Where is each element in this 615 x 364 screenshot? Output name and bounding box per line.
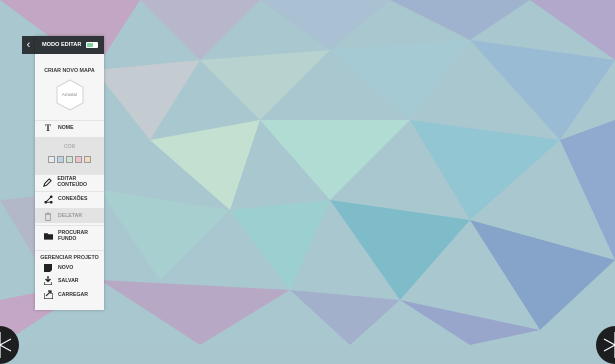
color-section: COR xyxy=(35,137,104,174)
text-icon: T xyxy=(44,123,51,133)
carregar-label: CARREGAR xyxy=(58,291,88,298)
bottom-left-menu-button[interactable] xyxy=(0,326,19,364)
collapse-panel-button[interactable]: ‹ xyxy=(22,36,35,54)
color-swatches xyxy=(35,156,104,163)
conexoes-button[interactable]: CONEXÕES xyxy=(35,191,104,206)
color-swatch-5[interactable] xyxy=(84,156,91,163)
color-swatch-4[interactable] xyxy=(75,156,82,163)
create-map-title: CRIAR NOVO MAPA xyxy=(44,68,95,74)
nome-label: NOME xyxy=(58,125,74,131)
panel-header: MODO EDITAR xyxy=(35,36,104,54)
drag-hint: Arrasta! xyxy=(61,92,78,97)
divider xyxy=(35,250,104,251)
compass-icon xyxy=(603,332,615,358)
deletar-button[interactable]: DELETAR xyxy=(35,208,104,223)
color-swatch-2[interactable] xyxy=(57,156,64,163)
download-icon xyxy=(43,276,53,285)
new-file-icon xyxy=(43,263,53,272)
conexoes-label: CONEXÕES xyxy=(58,196,88,202)
deletar-label: DELETAR xyxy=(58,213,83,219)
cor-label: COR xyxy=(63,144,76,150)
edit-mode-toggle[interactable] xyxy=(86,42,98,48)
compass-icon xyxy=(0,332,12,358)
procurar-fundo-button[interactable]: PROCURAR FUNDO xyxy=(35,225,104,245)
novo-label: NOVO xyxy=(58,264,74,271)
new-node-hexagon[interactable]: Arrasta! xyxy=(54,78,86,112)
carregar-button[interactable]: CARREGAR xyxy=(35,287,104,302)
pencil-icon xyxy=(43,177,53,187)
upload-icon xyxy=(43,290,53,299)
salvar-button[interactable]: SALVAR xyxy=(35,273,104,288)
editar-label: EDITAR CONTEÚDO xyxy=(57,176,88,188)
procurar-label: PROCURAR FUNDO xyxy=(58,229,88,242)
color-swatch-1[interactable] xyxy=(48,156,55,163)
bottom-right-menu-button[interactable] xyxy=(596,326,615,364)
chevron-left-icon: ‹ xyxy=(26,39,31,51)
salvar-label: SALVAR xyxy=(58,277,79,284)
folder-icon xyxy=(43,232,53,240)
edit-panel: MODO EDITAR CRIAR NOVO MAPA Arrasta! T N… xyxy=(35,36,104,310)
mode-label: MODO EDITAR xyxy=(42,42,82,48)
color-swatch-3[interactable] xyxy=(66,156,73,163)
editar-conteudo-button[interactable]: EDITAR CONTEÚDO xyxy=(35,174,104,189)
connections-icon xyxy=(43,194,53,204)
nome-button[interactable]: T NOME xyxy=(35,120,104,135)
trash-icon xyxy=(43,211,53,221)
